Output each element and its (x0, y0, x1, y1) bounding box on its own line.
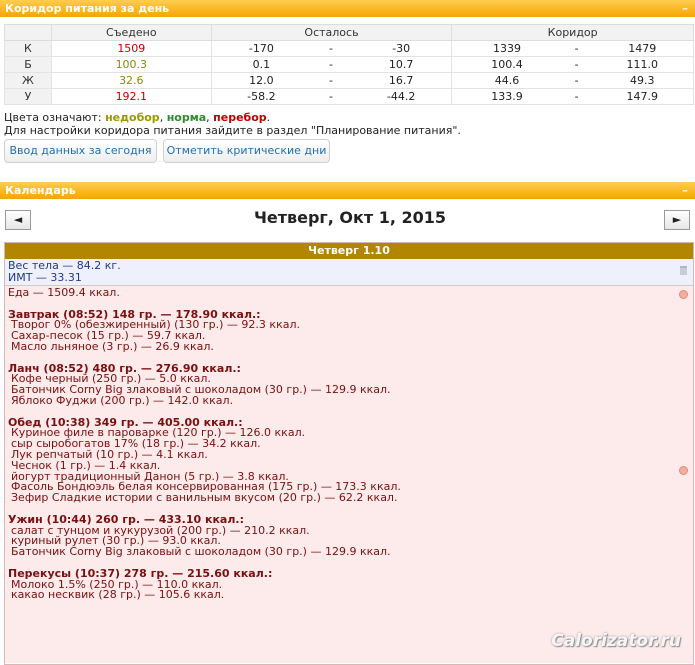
eaten-value: 192.1 (50, 88, 212, 105)
prev-day-button[interactable]: ◄ (5, 210, 31, 230)
corridor-sep: - (561, 88, 592, 105)
legend-norm: норма (166, 111, 207, 124)
meals-list: Завтрак (08:52) 148 гр. — 178.90 ккал.: Т… (8, 299, 690, 601)
corridor-min: 1339 (451, 40, 562, 57)
col-eaten: Съедено (50, 24, 212, 41)
collapse-icon[interactable]: – (679, 182, 691, 199)
eaten-value: 32.6 (50, 72, 212, 89)
table-row: Ж 32.6 12.0 - 16.7 44.6 - 49.3 (4, 72, 694, 89)
collapse-icon[interactable]: – (679, 0, 691, 17)
food-item: Масло льняное (3 гр.) — 26.9 ккал. (11, 339, 214, 353)
legend-under: недобор (105, 111, 160, 124)
corridor-min: 100.4 (451, 56, 562, 73)
day-header: Четверг 1.10 (5, 243, 693, 259)
body-weight: Вес тела — 84.2 кг. (8, 259, 121, 272)
table-row: К 1509 -170 - -30 1339 - 1479 (4, 40, 694, 57)
calendar-panel-title: Календарь (5, 184, 76, 197)
watermark-logo: Calorizator.ru (551, 631, 681, 651)
col-corridor: Коридор (451, 24, 694, 41)
food-item: Батончик Corny Big злаковый с шоколадом … (11, 545, 391, 559)
left-max: -30 (350, 40, 453, 57)
current-date-title: Четверг, Окт 1, 2015 (253, 208, 447, 227)
left-min: 12.0 (210, 72, 312, 89)
table-row: Б 100.3 0.1 - 10.7 100.4 - 111.0 (4, 56, 694, 73)
corridor-panel-title: Коридор питания за день (5, 2, 170, 15)
food-item: Яблоко Фуджи (200 гр.) — 142.0 ккал. (11, 393, 234, 407)
day-entry: Четверг 1.10 Вес тела — 84.2 кг. ИМТ — 3… (4, 242, 694, 665)
corridor-max: 147.9 (591, 88, 694, 105)
left-min: -58.2 (210, 88, 312, 105)
corridor-max: 111.0 (591, 56, 694, 73)
legend-over: перебор (213, 111, 267, 124)
col-left: Осталось (210, 24, 453, 41)
corridor-table: Съедено Осталось Коридор К 1509 -170 - -… (4, 24, 694, 105)
apple-icon[interactable] (679, 290, 688, 299)
table-row: У 192.1 -58.2 - -44.2 133.9 - 147.9 (4, 88, 694, 105)
left-max: 16.7 (350, 72, 453, 89)
food-total: Еда — 1509.4 ккал. (8, 286, 120, 299)
left-sep: - (311, 72, 351, 89)
color-legend: Цвета означают: недобор, норма, перебор. (4, 111, 270, 124)
row-label: Б (4, 56, 52, 73)
corridor-panel-header: Коридор питания за день – (0, 0, 695, 17)
enter-today-button[interactable]: Ввод данных за сегодня (4, 139, 157, 163)
food-item: какао несквик (28 гр.) — 105.6 ккал. (11, 588, 225, 602)
eaten-value: 100.3 (50, 56, 212, 73)
left-sep: - (311, 88, 351, 105)
legend-dot: . (266, 111, 271, 124)
bmi-value: ИМТ — 33.31 (8, 271, 82, 284)
mark-critical-days-button[interactable]: Отметить критические дни (163, 139, 330, 163)
food-block[interactable]: Еда — 1509.4 ккал. Завтрак (08:52) 148 г… (5, 286, 693, 663)
left-min: -170 (210, 40, 312, 57)
row-label: Ж (4, 72, 52, 89)
legend-comma: , (159, 111, 167, 124)
planning-hint: Для настройки коридора питания зайдите в… (4, 124, 461, 137)
next-day-button[interactable]: ► (664, 210, 690, 230)
left-min: 0.1 (210, 56, 312, 73)
corridor-table-header: Съедено Осталось Коридор (4, 24, 694, 41)
corridor-sep: - (561, 72, 592, 89)
corridor-sep: - (561, 56, 592, 73)
legend-prefix: Цвета означают: (4, 111, 106, 124)
left-max: -44.2 (350, 88, 453, 105)
corridor-max: 1479 (591, 40, 694, 57)
corner-cell (4, 24, 52, 41)
corridor-min: 44.6 (451, 72, 562, 89)
left-max: 10.7 (350, 56, 453, 73)
row-label: У (4, 88, 52, 105)
scale-icon[interactable] (680, 266, 687, 275)
left-sep: - (311, 40, 351, 57)
corridor-min: 133.9 (451, 88, 562, 105)
corridor-max: 49.3 (591, 72, 694, 89)
row-label: К (4, 40, 52, 57)
left-sep: - (311, 56, 351, 73)
calendar-panel-header: Календарь – (0, 182, 695, 199)
corridor-sep: - (561, 40, 592, 57)
eaten-value: 1509 (50, 40, 212, 57)
weight-block[interactable]: Вес тела — 84.2 кг. ИМТ — 33.31 (5, 259, 693, 286)
apple-icon[interactable] (679, 466, 688, 475)
food-item: Зефир Сладкие истории с ванильным вкусом… (11, 491, 398, 505)
